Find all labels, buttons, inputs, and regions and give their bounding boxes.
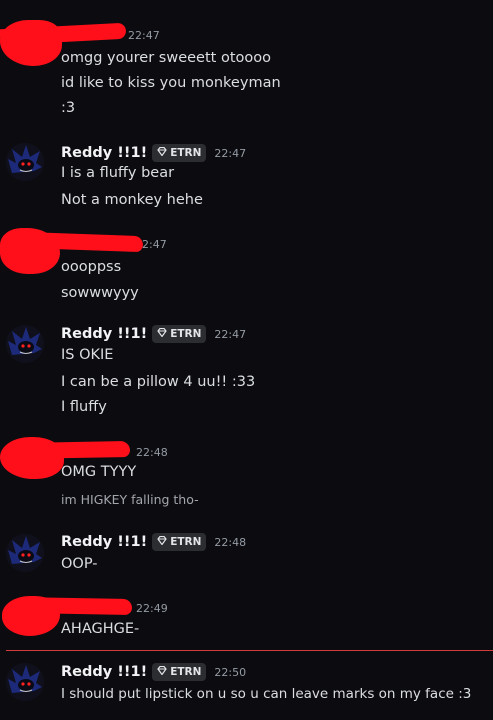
timestamp: 2:47 — [142, 238, 167, 251]
avatar[interactable] — [6, 534, 44, 572]
server-tag-label: ETRN — [170, 147, 202, 159]
timestamp: 22:47 — [214, 327, 247, 341]
server-tag-label: ETRN — [170, 328, 202, 340]
sonic-exe-avatar-icon — [6, 534, 44, 572]
message-line: AHAGHGE- — [61, 621, 140, 637]
message-line: id like to kiss you monkeyman — [61, 75, 281, 91]
timestamp: 22:47 — [214, 146, 247, 160]
server-tag[interactable]: ETRN — [152, 663, 207, 681]
redacted-avatar-and-name — [19, 597, 133, 615]
new-messages-divider — [6, 650, 493, 651]
avatar[interactable] — [6, 663, 44, 701]
sonic-exe-avatar-icon — [6, 663, 44, 701]
server-tag[interactable]: ETRN — [152, 325, 207, 343]
sonic-exe-avatar-icon — [6, 143, 44, 181]
message-line: OOP- — [61, 556, 98, 572]
message-header: Reddy !!1! ETRN 22:47 — [61, 325, 246, 343]
author-name[interactable]: Reddy !!1! — [61, 664, 147, 680]
timestamp: 22:50 — [214, 665, 247, 679]
author-name[interactable]: Reddy !!1! — [61, 534, 147, 550]
author-name[interactable]: Reddy !!1! — [61, 145, 147, 161]
message-line: oooppss — [61, 259, 122, 275]
gem-icon — [157, 665, 167, 678]
message-line: IS OKIE — [61, 347, 114, 363]
gem-icon — [157, 146, 167, 159]
avatar[interactable] — [6, 325, 44, 363]
avatar[interactable] — [6, 143, 44, 181]
timestamp: 22:47 — [128, 29, 160, 42]
sonic-exe-avatar-icon — [6, 325, 44, 363]
message-header: Reddy !!1! ETRN 22:48 — [61, 533, 246, 551]
message-line: omgg yourer sweeett otoooo — [61, 50, 271, 66]
message-header: Reddy !!1! ETRN 22:50 — [61, 663, 246, 681]
timestamp: 22:48 — [136, 446, 168, 459]
message-line: I fluffy — [61, 399, 107, 415]
server-tag-label: ETRN — [170, 536, 202, 548]
redacted-avatar-and-name — [17, 441, 131, 459]
timestamp: 22:49 — [136, 602, 168, 615]
gem-icon — [157, 535, 167, 548]
message-line: :3 — [61, 100, 76, 116]
server-tag[interactable]: ETRN — [152, 144, 207, 162]
message-line: sowwwyyy — [61, 285, 139, 301]
redacted-avatar-scribble — [0, 20, 62, 66]
message-line: Not a monkey hehe — [61, 192, 203, 208]
message-line: OMG TYYY — [61, 464, 137, 480]
timestamp: 22:48 — [214, 535, 247, 549]
message-line: I is a fluffy bear — [61, 165, 175, 181]
server-tag-label: ETRN — [170, 666, 202, 678]
gem-icon — [157, 327, 167, 340]
author-name[interactable]: Reddy !!1! — [61, 326, 147, 342]
server-tag[interactable]: ETRN — [152, 533, 207, 551]
message-line: I can be a pillow 4 uu!! :33 — [61, 374, 256, 390]
message-line: I should put lipstick on u so u can leav… — [61, 686, 472, 702]
message-header: Reddy !!1! ETRN 22:47 — [61, 144, 246, 162]
message-line: im HIGKEY falling tho- — [61, 492, 199, 507]
